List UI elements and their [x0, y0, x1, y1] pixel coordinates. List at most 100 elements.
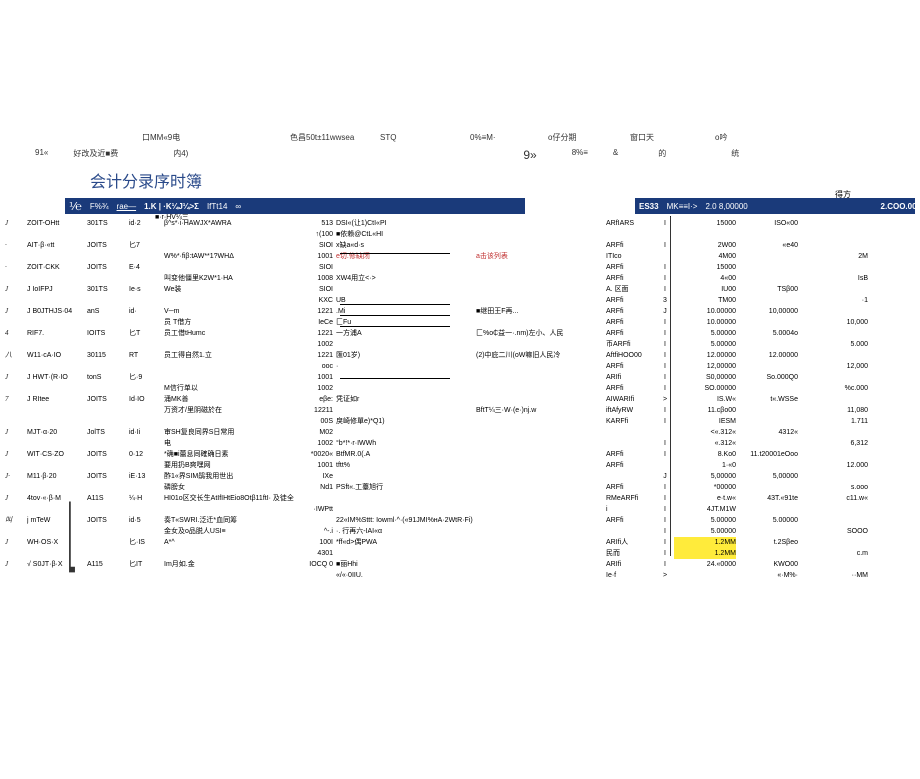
cell	[5, 405, 27, 416]
cell	[736, 460, 798, 471]
cell: s.ooo	[798, 482, 868, 493]
cell	[5, 416, 27, 427]
cell: 1002	[304, 438, 336, 449]
cell	[798, 262, 868, 273]
cell: SIOI	[304, 262, 336, 273]
cell: PSft«.工薹旭行	[336, 482, 476, 493]
cell: JOITS	[87, 471, 129, 482]
ledger-rows: JZOIT-OHtt301TSid·2β^s*·i·HAWJX*AWRA513D…	[5, 218, 915, 581]
cell	[606, 438, 656, 449]
cell	[476, 361, 606, 372]
cell: SIOI	[304, 240, 336, 251]
cell: WH·OS·X	[27, 537, 87, 548]
cell: IU00	[674, 284, 736, 295]
ledger-row: JJ B0JTHJS·04anSid·V─m1221 .Mi■继田王F再...A…	[5, 306, 915, 317]
cell: ZOIT·CKK	[27, 262, 87, 273]
cell	[5, 273, 27, 284]
cell: e·t.w«	[674, 493, 736, 504]
cell: W%*·fiβ:tAW**1?WHΔ	[164, 251, 304, 262]
cell: 匕IT	[129, 559, 164, 570]
cell	[476, 449, 606, 460]
ledger-table: ⅟℮ F%¾ rae— 1.K | ·K¼J¼>Σ IfTt14 ∞ ES33 …	[0, 198, 920, 581]
cell: 11.t20001eOoo	[736, 449, 798, 460]
cell: 3	[656, 295, 674, 306]
cell	[5, 383, 27, 394]
ledger-row: J WH·OS·X匕·ISA*^100I *ff«d>偶PWAARIfi人I1.…	[5, 537, 915, 548]
ledger-row: M信行单以1002ARFfiISO.00000%c.000	[5, 383, 915, 394]
cell: 叫变他僵里K2W*1·HA	[164, 273, 304, 284]
cell: 匕·IS	[129, 537, 164, 548]
cell	[5, 460, 27, 471]
cell: J	[5, 559, 27, 570]
cell: ARIfi	[606, 372, 656, 383]
cell	[27, 383, 87, 394]
cell	[129, 383, 164, 394]
cell: id·5	[129, 515, 164, 526]
cell: ARFfi	[606, 295, 656, 306]
ledger-row: 4301民而I1.2MMc.m	[5, 548, 915, 559]
cell	[336, 504, 476, 515]
nei4: 内4)	[173, 148, 188, 162]
cell: *ff«d>偶PWA	[336, 537, 476, 548]
cell: I	[656, 361, 674, 372]
cell	[129, 273, 164, 284]
cell: t.2Sβeo	[736, 537, 798, 548]
cell	[336, 405, 476, 416]
cell: 8.Ko0	[674, 449, 736, 460]
v1: 2.0 8,00000	[701, 202, 751, 211]
cell	[476, 383, 606, 394]
cell: <«.312«	[674, 427, 736, 438]
cell: 一方浦A	[336, 328, 476, 339]
cell	[606, 427, 656, 438]
cell	[736, 229, 798, 240]
cell	[476, 438, 606, 449]
cell: 员工借tHumc	[164, 328, 304, 339]
cell	[736, 317, 798, 328]
cell: M信行单以	[164, 383, 304, 394]
cell: 00S	[304, 416, 336, 427]
cell	[476, 526, 606, 537]
cell: WIT·CS·ZO	[27, 449, 87, 460]
cell: ARFfi	[606, 240, 656, 251]
cell	[798, 394, 868, 405]
cell: 10,00000	[736, 306, 798, 317]
cell: J·	[5, 471, 27, 482]
cell: >	[656, 570, 674, 581]
cell: 100I	[304, 537, 336, 548]
cell	[129, 438, 164, 449]
pct-label: 0%≡M·	[470, 133, 496, 142]
cell	[736, 251, 798, 262]
cell	[656, 251, 674, 262]
cell: RT	[129, 350, 164, 361]
cell: M02	[304, 427, 336, 438]
cell: i	[606, 504, 656, 515]
cell	[164, 339, 304, 350]
cell	[129, 317, 164, 328]
fpct: F%¾	[86, 202, 113, 211]
cell: 1001	[304, 460, 336, 471]
cell: I	[656, 416, 674, 427]
cell	[87, 460, 129, 471]
cell: I	[656, 482, 674, 493]
cell: BtfMR.0(.A	[336, 449, 476, 460]
cell	[129, 482, 164, 493]
cell	[476, 229, 606, 240]
cell	[798, 449, 868, 460]
cell	[674, 570, 736, 581]
cell: AftfiHOO00	[606, 350, 656, 361]
cell: 12.00000	[674, 350, 736, 361]
cell	[5, 317, 27, 328]
cell: *0020«	[304, 449, 336, 460]
cell	[87, 229, 129, 240]
cell	[476, 570, 606, 581]
cell	[798, 559, 868, 570]
cell	[164, 372, 304, 383]
cell: JOITS	[87, 394, 129, 405]
cell: J B0JTHJS·04	[27, 306, 87, 317]
cell: A11S	[87, 493, 129, 504]
cell	[129, 339, 164, 350]
cell	[164, 416, 304, 427]
cell	[336, 427, 476, 438]
cell	[27, 570, 87, 581]
cell	[798, 537, 868, 548]
